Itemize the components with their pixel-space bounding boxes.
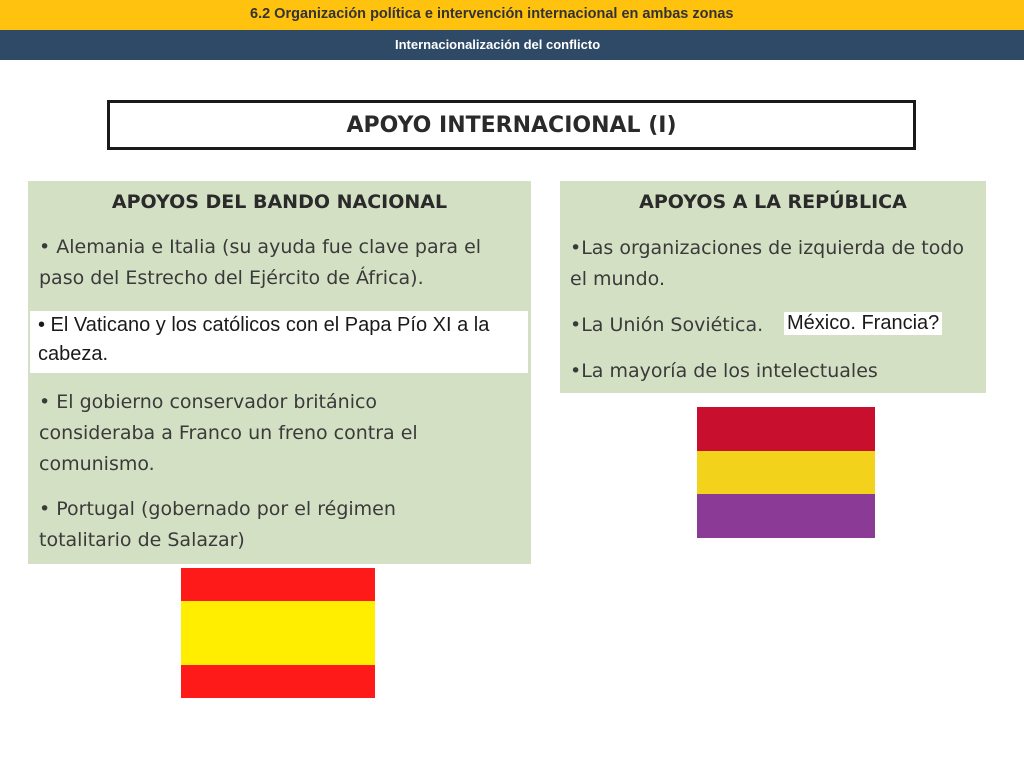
- republica-heading: APOYOS A LA REPÚBLICA: [639, 191, 907, 213]
- slide-title: APOYO INTERNACIONAL (I): [346, 112, 677, 138]
- chapter-title: 6.2 Organización política e intervención…: [250, 6, 734, 22]
- republica-item-urss: •La Unión Soviética.: [570, 314, 764, 336]
- spain-flag-image: [181, 568, 375, 698]
- republic-flag-image: [697, 407, 875, 538]
- republica-added-text: México. Francia?: [784, 312, 943, 335]
- republica-item-izquierda: •Las organizaciones de izquierda de todo…: [570, 237, 965, 290]
- republica-item-intelectuales: •La mayoría de los intelectuales: [570, 360, 878, 382]
- sub-header-bar: Internacionalización del conflicto: [0, 30, 1024, 60]
- nacional-item-vaticano: • El Vaticano y los católicos con el Pap…: [30, 311, 528, 373]
- top-header-bar: 6.2 Organización política e intervención…: [0, 0, 1024, 30]
- nacional-item-alemania: • Alemania e Italia (su ayuda fue clave …: [39, 236, 482, 289]
- nacional-item-portugal: • Portugal (gobernado por el régimen tot…: [39, 498, 396, 551]
- nacional-heading: APOYOS DEL BANDO NACIONAL: [111, 191, 448, 213]
- slide-title-box: APOYO INTERNACIONAL (I): [107, 100, 916, 150]
- section-subtitle: Internacionalización del conflicto: [395, 37, 601, 52]
- republica-panel: APOYOS A LA REPÚBLICA •Las organizacione…: [560, 181, 986, 393]
- nacional-item-britanico: • El gobierno conservador británico cons…: [39, 391, 418, 475]
